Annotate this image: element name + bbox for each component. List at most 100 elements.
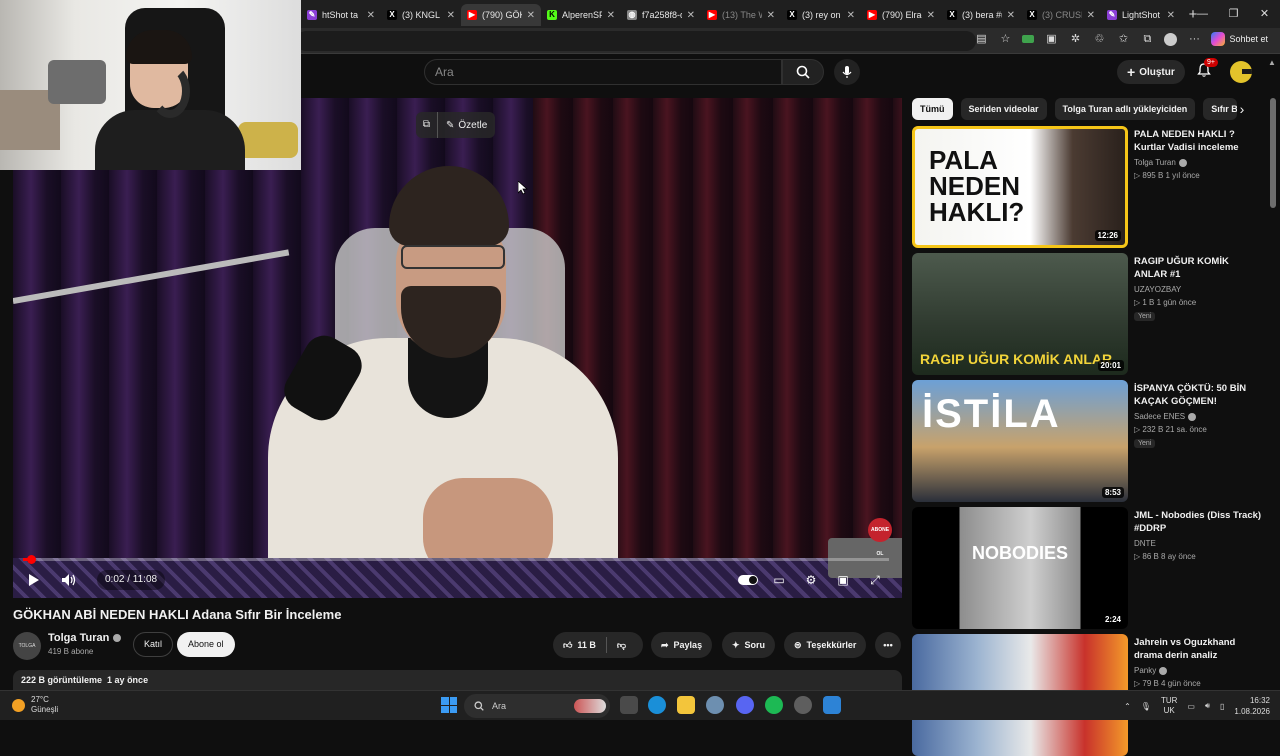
share-button[interactable]: ➦ Paylaş (651, 632, 713, 658)
lightshot-app-icon[interactable] (823, 696, 841, 714)
close-tab-icon[interactable]: ✕ (927, 10, 935, 21)
account-avatar[interactable] (1230, 61, 1252, 83)
taskbar-search[interactable]: Ara (464, 694, 610, 718)
recommended-title[interactable]: RAGIP UĞUR KOMİK ANLAR #1 (1134, 255, 1262, 281)
favorites-icon[interactable]: ✩ (1116, 32, 1130, 46)
close-tab-icon[interactable]: ✕ (687, 10, 695, 21)
network-icon[interactable]: ▭ (1187, 702, 1195, 711)
video-thumbnail[interactable]: RAGIP UĞUR KOMİK ANLAR 20:01 (912, 253, 1128, 375)
channel-name[interactable]: Tolga Turan (48, 632, 122, 644)
close-tab-icon[interactable]: ✕ (1167, 10, 1175, 21)
close-window-icon[interactable]: ✕ (1249, 0, 1280, 28)
theater-mode-button[interactable]: ▣ (831, 566, 855, 594)
language-indicator[interactable]: TUR UK (1161, 696, 1177, 716)
subtitles-button[interactable]: ▭ (767, 566, 791, 594)
settings-button[interactable]: ⚙ (799, 566, 823, 594)
close-tab-icon[interactable]: ✕ (447, 10, 455, 21)
more-menu-icon[interactable]: ··· (1187, 32, 1201, 46)
recommended-video[interactable]: İSTİLA 8:53 İSPANYA ÇÖKTÜ: 50 BİN KAÇAK GÖ… (912, 380, 1262, 502)
close-tab-icon[interactable]: ✕ (367, 10, 375, 21)
notifications-button[interactable]: 9+ (1196, 58, 1218, 82)
summarize-pill[interactable]: ⧉ ✎ Özetle (416, 112, 496, 138)
recommended-video[interactable]: PALA NEDEN HAKLI? 12:26 PALA NEDEN HAKLI ?… (912, 126, 1262, 248)
subscribe-button[interactable]: Abone ol (177, 632, 235, 657)
recommended-channel-name[interactable]: Panky (1134, 666, 1156, 675)
more-actions-button[interactable]: ••• (875, 632, 901, 658)
browser-tab[interactable]: ◍ f7a258f8-d ✕ (621, 4, 701, 26)
recommended-title[interactable]: Jahrein vs Oguzkhand drama derin analiz (1134, 636, 1262, 662)
close-tab-icon[interactable]: ✕ (1007, 10, 1015, 21)
recommended-title[interactable]: PALA NEDEN HAKLI ? Kurtlar Vadisi incele… (1134, 128, 1262, 154)
video-player[interactable] (13, 98, 902, 598)
scrubber-handle[interactable] (27, 555, 36, 564)
weather-widget[interactable]: 27°C Güneşli (12, 695, 58, 715)
browser-tab[interactable]: X (3) CRUSH ✕ (1021, 4, 1101, 26)
voice-search-button[interactable] (834, 59, 860, 85)
microphone-tray-icon[interactable]: 🎙︎ (1141, 702, 1151, 711)
channel-name-text[interactable]: Tolga Turan (48, 632, 109, 644)
task-view-icon[interactable] (620, 696, 638, 714)
browser-tab[interactable]: ▶ (790) GÖKH ✕ (461, 4, 541, 26)
browser-tab[interactable]: ✎ htShot ta ✕ (301, 4, 381, 26)
tray-chevron-icon[interactable]: ⌃ (1124, 702, 1131, 711)
recommended-video[interactable]: NOBODIES 2:24 JML - Nobodies (Diss Track) … (912, 507, 1262, 629)
video-thumbnail[interactable]: PALA NEDEN HAKLI? 12:26 (912, 126, 1128, 248)
extension-shield-icon[interactable]: ▣ (1044, 32, 1058, 46)
browser-tab[interactable]: K AlperenSPH ✕ (541, 4, 621, 26)
extensions-puzzle-icon[interactable]: ✲ (1068, 32, 1082, 46)
start-button[interactable] (441, 697, 457, 713)
search-input[interactable] (424, 59, 782, 85)
favorite-star-icon[interactable]: ☆ (998, 32, 1012, 46)
dislike-button[interactable]: 👎︎ (607, 632, 636, 658)
clock[interactable]: 16:32 1.08.2026 (1234, 695, 1270, 717)
page-scrollbar[interactable] (1270, 98, 1276, 208)
join-button[interactable]: Katıl (133, 632, 174, 657)
battery-icon[interactable]: ▯ (1220, 702, 1224, 711)
thanks-button[interactable]: ⊜ Teşekkürler (784, 632, 867, 658)
recommended-channel-name[interactable]: DNTE (1134, 539, 1156, 548)
close-tab-icon[interactable]: ✕ (847, 10, 855, 21)
file-explorer-icon[interactable] (677, 696, 695, 714)
search-button[interactable] (782, 59, 824, 85)
description-box[interactable]: 222 B görüntüleme 1 ay önce (13, 670, 902, 690)
browser-tab[interactable]: ▶ (13) The W ✕ (701, 4, 781, 26)
autoplay-toggle[interactable] (735, 566, 761, 594)
browser-tab[interactable]: X (3) rey on X ✕ (781, 4, 861, 26)
summarize-button[interactable]: ✎ Özetle (438, 120, 495, 131)
miniplayer-icon[interactable]: ⧉ (416, 112, 438, 138)
close-tab-icon[interactable]: ✕ (607, 10, 615, 21)
volume-button[interactable] (58, 566, 80, 594)
close-tab-icon[interactable]: ✕ (767, 10, 775, 21)
create-button[interactable]: + Oluştur (1117, 60, 1185, 84)
video-thumbnail[interactable]: NOBODIES 2:24 (912, 507, 1128, 629)
spotify-icon[interactable] (765, 696, 783, 714)
ask-button[interactable]: ✦ Soru (722, 632, 776, 658)
steam-icon[interactable] (706, 696, 724, 714)
recommended-channel-name[interactable]: Sadece ENES (1134, 412, 1185, 421)
edge-icon[interactable] (648, 696, 666, 714)
recommended-channel[interactable]: Tolga Turan (1134, 158, 1187, 167)
filter-chip[interactable]: Tümü (912, 98, 953, 120)
video-progress-bar[interactable] (23, 555, 889, 564)
recommended-channel-name[interactable]: Tolga Turan (1134, 158, 1176, 167)
video-thumbnail[interactable]: İSTİLA 8:53 (912, 380, 1128, 502)
browser-tab[interactable]: X (3) bera #ur ✕ (941, 4, 1021, 26)
channel-avatar[interactable]: TOLGA TURAN (13, 632, 41, 677)
recommended-title[interactable]: JML - Nobodies (Diss Track) #DDRP (1134, 509, 1262, 535)
scroll-up-icon[interactable]: ▲ (1268, 58, 1276, 67)
recommended-channel[interactable]: UZAYOZBAY (1134, 285, 1181, 294)
filter-chip[interactable]: Seriden videolar (960, 98, 1047, 120)
copilot-button[interactable]: Sohbet et (1211, 32, 1268, 46)
chrome-icon[interactable] (794, 696, 812, 714)
minimize-icon[interactable]: — (1187, 0, 1218, 28)
recommended-video[interactable]: RAGIP UĞUR KOMİK ANLAR 20:01 RAGIP UĞUR KO… (912, 253, 1262, 375)
like-button[interactable]: 👍︎ 11 B (553, 632, 606, 658)
address-bar[interactable] (296, 31, 976, 51)
browser-essentials-icon[interactable]: ♲ (1092, 32, 1106, 46)
browser-tab[interactable]: ▶ (790) Elraen ✕ (861, 4, 941, 26)
subscribe-watermark[interactable]: ABONE OL (868, 518, 892, 557)
play-button[interactable] (23, 566, 45, 594)
discord-icon[interactable] (736, 696, 754, 714)
fullscreen-button[interactable]: ⤢ (863, 566, 887, 594)
profile-icon[interactable] (1164, 32, 1178, 46)
